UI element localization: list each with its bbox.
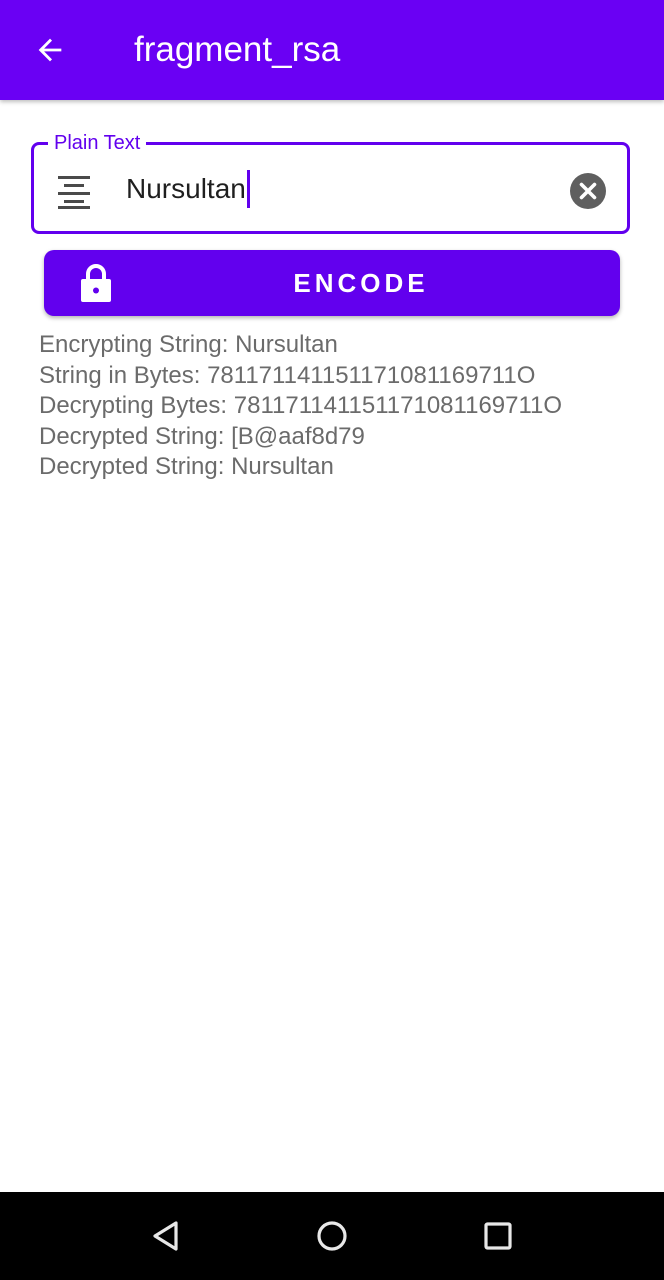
output-log: Encrypting String: Nursultan String in B… xyxy=(39,330,639,483)
output-line-decrypted: Decrypted String: Nursultan xyxy=(39,453,334,480)
back-button[interactable] xyxy=(22,22,78,78)
nav-back-triangle-icon[interactable] xyxy=(144,1214,188,1258)
app-bar: fragment_rsa xyxy=(0,0,664,100)
output-line-decrypting-bytes: Decrypting Bytes: 7811711411511710811697… xyxy=(39,392,563,419)
plain-text-value: Nursultan xyxy=(126,173,246,204)
clear-circle-icon[interactable] xyxy=(569,172,607,210)
nav-home-circle-icon[interactable] xyxy=(310,1214,354,1258)
arrow-back-icon xyxy=(38,38,62,62)
plain-text-label: Plain Text xyxy=(48,131,147,155)
plain-text-field[interactable]: Plain Text Nursultan xyxy=(31,131,630,234)
format-align-center-icon xyxy=(58,176,90,209)
app-title: fragment_rsa xyxy=(134,30,341,69)
output-line-decrypted-raw: Decrypted String: [B@aaf8d79 xyxy=(39,422,365,450)
encode-label: ENCODE xyxy=(293,268,429,298)
output-line-encrypting: Encrypting String: Nursultan xyxy=(39,331,338,358)
encode-button[interactable]: ENCODE xyxy=(44,250,620,316)
plain-text-input[interactable]: Nursultan xyxy=(126,167,250,211)
text-caret xyxy=(246,169,250,208)
screen: fragment_rsa Plain Text Nursultan ENCODE… xyxy=(0,0,664,1280)
system-nav-bar xyxy=(0,1192,664,1280)
output-line-bytes: String in Bytes: 78117114115117108116971… xyxy=(39,361,536,389)
nav-recents-square-icon[interactable] xyxy=(476,1214,520,1258)
